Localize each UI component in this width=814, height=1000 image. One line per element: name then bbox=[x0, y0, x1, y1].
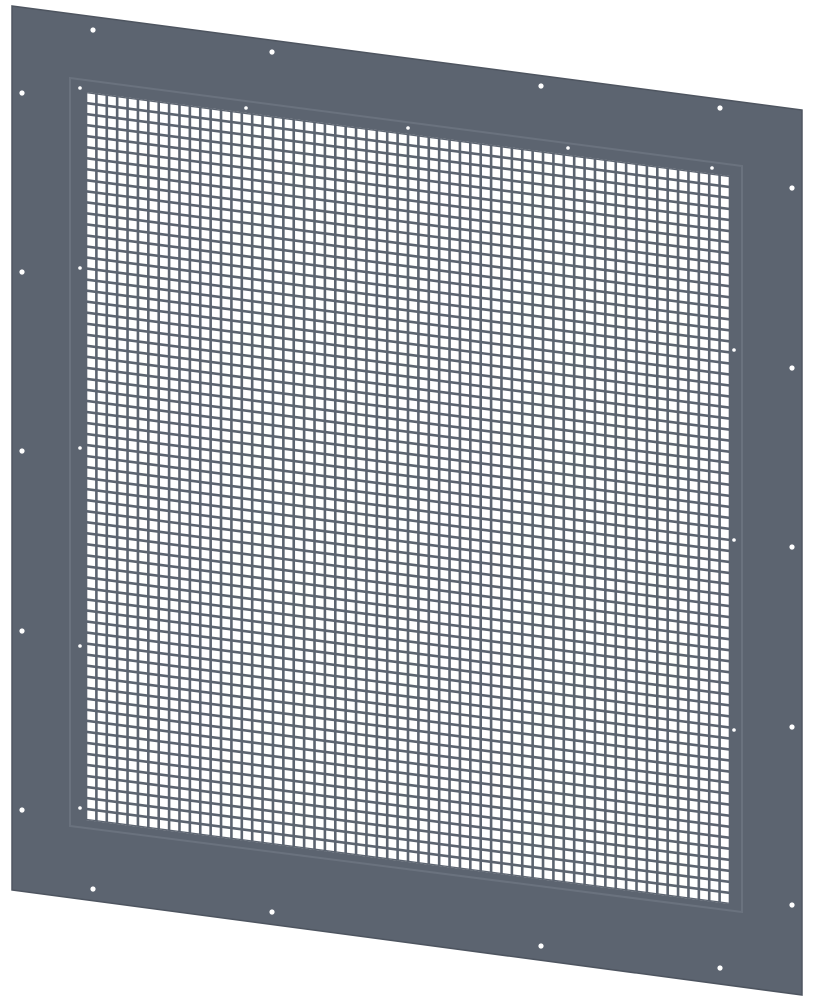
mounting-hole bbox=[789, 724, 795, 730]
mounting-hole bbox=[717, 105, 723, 111]
mounting-hole bbox=[710, 166, 714, 170]
mounting-hole bbox=[78, 806, 82, 810]
mounting-hole bbox=[244, 106, 248, 110]
mounting-hole bbox=[19, 628, 25, 634]
mounting-hole bbox=[789, 185, 795, 191]
mounting-hole bbox=[19, 448, 25, 454]
mounting-hole bbox=[269, 49, 275, 55]
mounting-hole bbox=[19, 269, 25, 275]
mounting-hole bbox=[269, 909, 275, 915]
mounting-hole bbox=[78, 644, 82, 648]
mounting-hole bbox=[789, 544, 795, 550]
mounting-hole bbox=[717, 965, 723, 971]
mounting-hole bbox=[78, 446, 82, 450]
mounting-hole bbox=[78, 266, 82, 270]
mounting-hole bbox=[789, 365, 795, 371]
mounting-hole bbox=[90, 27, 96, 33]
mounting-hole bbox=[19, 807, 25, 813]
mounting-hole bbox=[90, 886, 96, 892]
mounting-hole bbox=[406, 126, 410, 130]
mounting-hole bbox=[732, 348, 736, 352]
mounting-hole bbox=[732, 538, 736, 542]
mounting-hole bbox=[78, 86, 82, 90]
mounting-hole bbox=[566, 146, 570, 150]
mounting-hole bbox=[19, 90, 25, 96]
mounting-hole bbox=[538, 83, 544, 89]
mesh-panel-render bbox=[11, 5, 803, 996]
mounting-hole bbox=[732, 728, 736, 732]
mounting-hole bbox=[538, 943, 544, 949]
mounting-hole bbox=[789, 902, 795, 908]
